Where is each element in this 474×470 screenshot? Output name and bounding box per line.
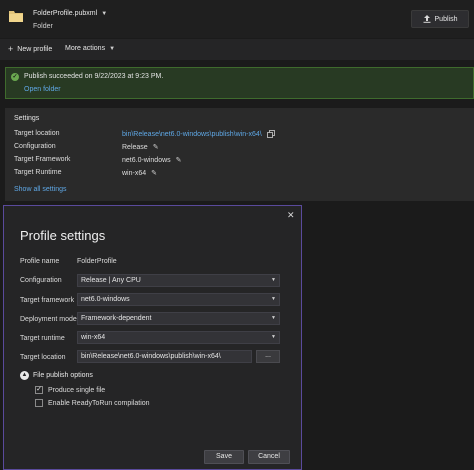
chevron-down-icon: ▼ (271, 296, 276, 302)
dialog-title: Profile settings (20, 228, 106, 243)
file-publish-options-toggle[interactable]: ▲ File publish options (20, 371, 93, 380)
publish-success-banner: ✓ Publish succeeded on 9/22/2023 at 9:23… (5, 67, 474, 99)
chevron-down-icon: ▼ (101, 10, 108, 17)
target-runtime-select[interactable]: win-x64 ▼ (77, 331, 280, 344)
target-runtime-text: win-x64 (122, 169, 147, 177)
pencil-icon[interactable]: ✎ (176, 156, 182, 164)
profile-settings-dialog: ✕ Profile settings Profile name FolderPr… (3, 205, 302, 470)
open-folder-link[interactable]: Open folder (24, 86, 61, 93)
new-profile-label: New profile (17, 45, 53, 53)
save-button[interactable]: Save (204, 450, 244, 464)
configuration-text: Release (122, 143, 148, 151)
produce-single-file-checkbox[interactable]: ✓ (35, 386, 43, 394)
profile-selector[interactable]: FolderProfile.pubxml ▼ (33, 10, 107, 17)
configuration-label: Configuration (20, 277, 62, 284)
success-message: Publish succeeded on 9/22/2023 at 9:23 P… (24, 73, 164, 80)
plus-icon: + (8, 44, 14, 54)
configuration-selected: Release | Any CPU (81, 277, 141, 284)
pencil-icon[interactable]: ✎ (153, 143, 159, 151)
publish-header: FolderProfile.pubxml ▼ Folder Publish (0, 0, 474, 38)
deployment-mode-selected: Framework-dependent (81, 315, 152, 322)
target-runtime-label: Target runtime (20, 335, 65, 342)
target-framework-selected: net6.0-windows (81, 296, 130, 303)
more-actions-label: More actions (65, 45, 106, 52)
close-icon[interactable]: ✕ (287, 210, 295, 221)
target-framework-value: net6.0-windows ✎ (122, 156, 182, 165)
target-location-link[interactable]: bin\Release\net6.0-windows\publish\win-x… (122, 131, 262, 138)
chevron-down-icon: ▼ (271, 334, 276, 340)
configuration-label: Configuration (14, 143, 56, 150)
profile-kind: Folder (33, 23, 53, 30)
toolbar: + New profile More actions ▼ (0, 39, 474, 60)
profile-name-value: FolderProfile (77, 258, 117, 265)
chevron-down-icon: ▼ (271, 315, 276, 321)
target-runtime-value: win-x64 ✎ (122, 169, 157, 178)
publish-label: Publish (434, 15, 458, 23)
success-check-icon: ✓ (11, 73, 19, 81)
chevron-down-icon: ▼ (271, 277, 276, 283)
ready-to-run-option[interactable]: Enable ReadyToRun compilation (35, 399, 150, 407)
target-location-input[interactable]: bin\Release\net6.0-windows\publish\win-x… (77, 350, 252, 363)
target-runtime-label: Target Runtime (14, 169, 62, 176)
new-profile-button[interactable]: + New profile (8, 44, 53, 54)
show-all-settings-link[interactable]: Show all settings (14, 186, 67, 193)
target-location-value: bin\Release\net6.0-windows\publish\win-x… (122, 130, 275, 138)
pencil-icon[interactable]: ✎ (151, 169, 157, 177)
more-actions-button[interactable]: More actions ▼ (65, 45, 115, 52)
publish-icon (423, 15, 431, 23)
file-publish-options-label: File publish options (33, 372, 93, 379)
target-framework-label: Target framework (20, 297, 75, 304)
chevron-up-icon: ▲ (20, 371, 29, 380)
configuration-select[interactable]: Release | Any CPU ▼ (77, 274, 280, 287)
target-framework-text: net6.0-windows (122, 156, 171, 164)
cancel-button[interactable]: Cancel (248, 450, 290, 464)
settings-title: Settings (14, 115, 40, 122)
profile-name-label: Profile name (20, 258, 60, 265)
produce-single-file-option[interactable]: ✓ Produce single file (35, 386, 105, 394)
deployment-mode-select[interactable]: Framework-dependent ▼ (77, 312, 280, 325)
ready-to-run-checkbox[interactable] (35, 399, 43, 407)
configuration-value: Release ✎ (122, 143, 159, 152)
target-runtime-selected: win-x64 (81, 334, 106, 341)
target-location-label: Target location (14, 130, 60, 137)
target-framework-select[interactable]: net6.0-windows ▼ (77, 293, 280, 306)
folder-icon (9, 11, 23, 22)
browse-button[interactable]: ... (256, 350, 280, 363)
publish-button[interactable]: Publish (411, 10, 469, 28)
target-framework-label: Target Framework (14, 156, 71, 163)
deployment-mode-label: Deployment mode (20, 316, 77, 323)
copy-icon[interactable] (266, 130, 275, 138)
ready-to-run-label: Enable ReadyToRun compilation (48, 399, 150, 407)
profile-name: FolderProfile.pubxml (33, 10, 98, 17)
produce-single-file-label: Produce single file (48, 386, 106, 394)
chevron-down-icon: ▼ (109, 45, 116, 52)
target-location-label: Target location (20, 354, 66, 361)
settings-panel: Settings Target location bin\Release\net… (5, 108, 474, 201)
